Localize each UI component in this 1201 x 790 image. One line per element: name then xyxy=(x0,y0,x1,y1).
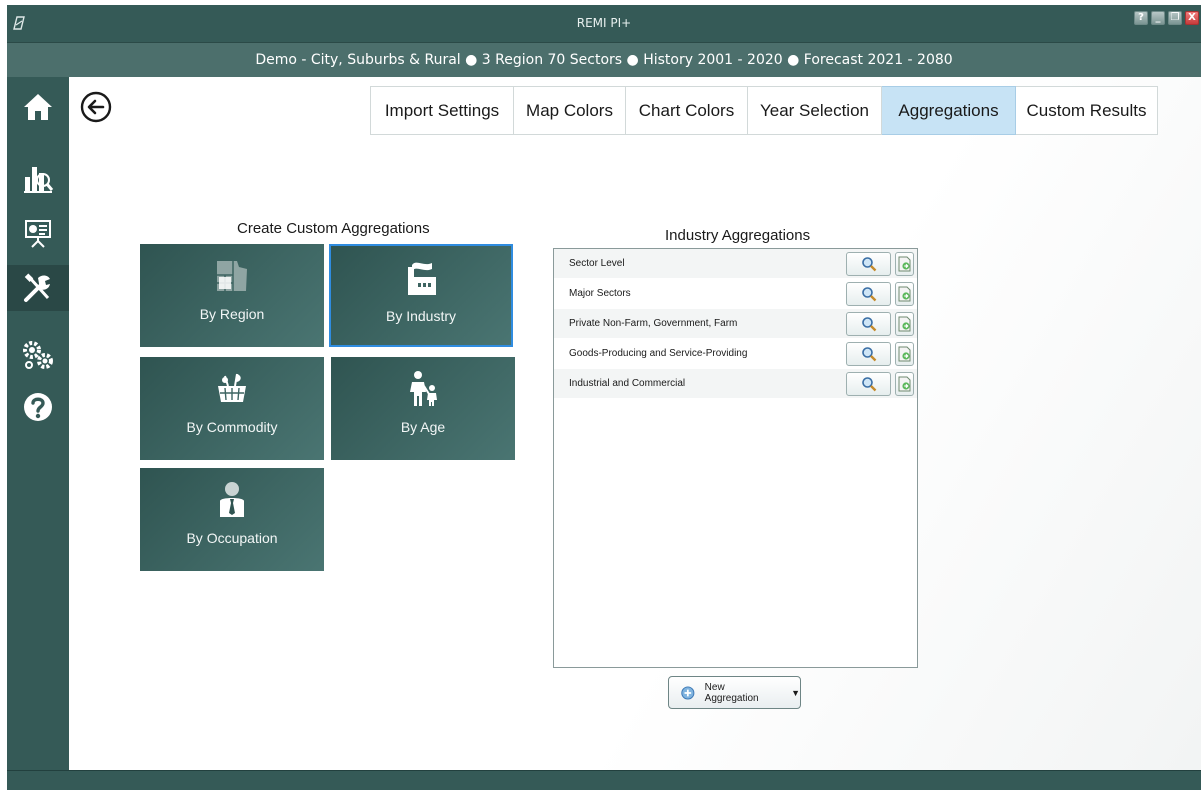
nav-presentation[interactable] xyxy=(7,213,69,253)
export-document-icon xyxy=(898,376,911,392)
gears-icon xyxy=(23,341,53,369)
tile-by-age-label: By Age xyxy=(400,419,446,435)
view-aggregation-button[interactable] xyxy=(846,282,891,306)
industry-aggregation-list: Sector Level Major Sectors Private Non-F… xyxy=(553,248,918,668)
factory-icon xyxy=(408,262,436,295)
tile-by-occupation-label: By Occupation xyxy=(186,530,278,546)
export-aggregation-button[interactable] xyxy=(895,342,914,366)
tile-by-industry[interactable]: By Industry xyxy=(329,244,513,347)
main-content: Import Settings Map Colors Chart Colors … xyxy=(69,77,1201,770)
tile-by-region[interactable]: By Region xyxy=(140,244,324,347)
nav-tools[interactable] xyxy=(7,265,69,311)
magnifier-icon xyxy=(861,377,876,392)
tab-import-settings[interactable]: Import Settings xyxy=(370,86,514,135)
tab-map-colors[interactable]: Map Colors xyxy=(514,86,626,135)
magnifier-icon xyxy=(861,287,876,302)
chevron-down-icon: ▼ xyxy=(791,687,800,698)
new-aggregation-label: New Aggregation xyxy=(704,681,759,704)
close-button[interactable]: X xyxy=(1185,11,1199,25)
export-aggregation-button[interactable] xyxy=(895,282,914,306)
nav-analysis[interactable] xyxy=(7,159,69,199)
list-item[interactable]: Goods-Producing and Service-Providing xyxy=(554,339,917,369)
export-document-icon xyxy=(898,346,911,362)
aggregation-label: Major Sectors xyxy=(569,288,631,299)
tile-by-occupation[interactable]: By Occupation xyxy=(140,468,324,571)
magnifier-icon xyxy=(861,317,876,332)
window-title: REMI PI+ xyxy=(576,16,632,30)
basket-icon xyxy=(218,373,246,402)
tile-by-commodity[interactable]: By Commodity xyxy=(140,357,324,460)
nav-home[interactable] xyxy=(7,87,69,127)
status-bar xyxy=(7,770,1201,790)
tab-chart-colors[interactable]: Chart Colors xyxy=(626,86,748,135)
view-aggregation-button[interactable] xyxy=(846,312,891,336)
presentation-icon xyxy=(25,220,51,248)
view-aggregation-button[interactable] xyxy=(846,252,891,276)
list-item[interactable]: Major Sectors xyxy=(554,279,917,309)
magnifier-icon xyxy=(861,347,876,362)
list-item[interactable]: Private Non-Farm, Government, Farm xyxy=(554,309,917,339)
aggregation-label: Private Non-Farm, Government, Farm xyxy=(569,318,738,329)
industry-aggregations-title: Industry Aggregations xyxy=(665,227,811,244)
home-icon xyxy=(24,94,52,120)
export-document-icon xyxy=(898,316,911,332)
new-aggregation-button[interactable]: New Aggregation ▼ xyxy=(668,676,801,709)
tile-by-region-label: By Region xyxy=(199,306,265,322)
export-aggregation-button[interactable] xyxy=(895,252,914,276)
nav-settings[interactable] xyxy=(7,335,69,375)
help-icon xyxy=(24,393,52,421)
plus-circle-icon xyxy=(681,685,695,700)
title-bar: REMI PI+ ? _ ❐ X xyxy=(7,5,1201,43)
settings-tabs: Import Settings Map Colors Chart Colors … xyxy=(370,86,1158,135)
export-aggregation-button[interactable] xyxy=(895,312,914,336)
tab-aggregations[interactable]: Aggregations xyxy=(882,86,1016,135)
export-aggregation-button[interactable] xyxy=(895,372,914,396)
analysis-chart-icon xyxy=(24,167,54,193)
side-navigation xyxy=(7,77,69,770)
nav-help[interactable] xyxy=(7,387,69,427)
region-map-icon xyxy=(217,261,247,291)
view-aggregation-button[interactable] xyxy=(846,372,891,396)
minimize-button[interactable]: _ xyxy=(1151,11,1165,25)
list-item[interactable]: Industrial and Commercial xyxy=(554,369,917,399)
create-aggregations-title: Create Custom Aggregations xyxy=(237,220,430,237)
tools-icon xyxy=(24,273,50,302)
view-aggregation-button[interactable] xyxy=(846,342,891,366)
magnifier-icon xyxy=(861,257,876,272)
aggregation-label: Sector Level xyxy=(569,258,625,269)
tile-by-age[interactable]: By Age xyxy=(331,357,515,460)
help-window-button[interactable]: ? xyxy=(1134,11,1148,25)
aggregation-label: Goods-Producing and Service-Providing xyxy=(569,348,748,359)
tab-custom-results[interactable]: Custom Results xyxy=(1016,86,1158,135)
back-arrow-icon[interactable] xyxy=(80,91,112,123)
tile-by-commodity-label: By Commodity xyxy=(186,419,278,435)
list-item[interactable]: Sector Level xyxy=(554,249,917,279)
restore-button[interactable]: ❐ xyxy=(1168,11,1182,25)
aggregation-label: Industrial and Commercial xyxy=(569,378,686,389)
export-document-icon xyxy=(898,286,911,302)
tile-by-industry-label: By Industry xyxy=(385,308,457,324)
model-info-bar: Demo - City, Suburbs & Rural ● 3 Region … xyxy=(7,43,1201,77)
parent-child-icon xyxy=(410,371,437,406)
tab-year-selection[interactable]: Year Selection xyxy=(748,86,882,135)
worker-icon xyxy=(220,482,244,517)
export-document-icon xyxy=(898,256,911,272)
